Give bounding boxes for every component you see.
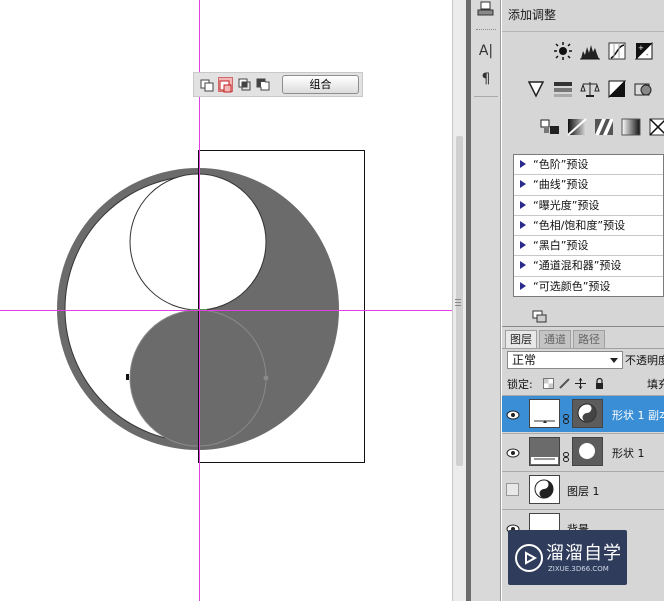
adjustments-title: 添加调整	[508, 8, 557, 22]
expand-triangle-icon	[520, 200, 526, 209]
expand-triangle-icon	[520, 241, 526, 250]
preset-channel-mixer[interactable]: “通道混和器”预设	[514, 256, 663, 277]
combine-button[interactable]: 组合	[282, 75, 359, 94]
curves-icon[interactable]	[606, 40, 628, 62]
black-white-icon[interactable]	[606, 78, 628, 100]
panel-drag-handle[interactable]	[476, 29, 496, 32]
opacity-label: 不透明度	[625, 354, 664, 367]
vector-mask-thumbnail	[572, 437, 603, 466]
toolstrip-separator	[474, 96, 498, 97]
adjustments-panel: 添加调整 + - “色阶”预设 “曲线”预设 “曝光度”预设 “色相/饱和度”预…	[502, 0, 664, 326]
svg-text:+: +	[638, 44, 644, 52]
intersect-shape-areas-icon[interactable]	[237, 77, 252, 92]
layer-thumbnail	[529, 437, 560, 466]
tab-channels[interactable]: 通道	[539, 330, 571, 348]
path-operations-toolbar: 组合	[193, 72, 363, 97]
gradient-map-icon[interactable]	[620, 116, 642, 138]
watermark-title: 溜溜自学	[546, 543, 622, 564]
channel-mixer-icon[interactable]	[539, 116, 561, 138]
posterize-icon[interactable]	[593, 116, 615, 138]
subtract-front-shape-icon[interactable]	[218, 77, 233, 93]
lock-all-icon[interactable]	[593, 377, 605, 390]
character-icon[interactable]: A|	[475, 40, 497, 62]
exposure-icon[interactable]: + -	[633, 40, 655, 62]
panel-resize-grip[interactable]	[455, 297, 461, 307]
chevron-down-icon	[610, 358, 618, 363]
lock-position-icon[interactable]	[574, 378, 586, 390]
lock-label: 锁定:	[507, 378, 533, 391]
eye-icon[interactable]	[506, 407, 520, 421]
brightness-contrast-icon[interactable]	[552, 40, 574, 62]
vibrance-icon[interactable]	[525, 78, 547, 100]
tab-layers[interactable]: 图层	[505, 330, 537, 348]
lock-image-pixels-icon[interactable]	[558, 378, 570, 390]
preset-levels[interactable]: “色阶”预设	[514, 155, 663, 176]
preset-curves[interactable]: “曲线”预设	[514, 175, 663, 196]
layer-name: 图层 1	[567, 485, 600, 498]
clip-to-layer-icon[interactable]	[532, 308, 547, 323]
preset-hue-saturation[interactable]: “色相/饱和度”预设	[514, 216, 663, 237]
anchor-point-left[interactable]	[126, 374, 129, 380]
expand-triangle-icon	[520, 220, 526, 229]
exclude-overlapping-shapes-icon[interactable]	[256, 77, 271, 92]
layers-panel-tabs: 图层 通道 路径	[502, 330, 664, 349]
layer-row-shape1-copy[interactable]: 形状 1 副本	[502, 395, 664, 432]
blend-mode-select[interactable]: 正常	[507, 351, 623, 369]
preset-selective-color[interactable]: “可选颜色”预设	[514, 277, 663, 297]
play-logo-icon	[515, 544, 543, 572]
visibility-toggle-off[interactable]	[506, 483, 519, 496]
preset-exposure[interactable]: “曝光度”预设	[514, 196, 663, 216]
stamp-icon[interactable]	[475, 0, 497, 22]
preset-black-white[interactable]: “黑白”预设	[514, 236, 663, 257]
adjustment-presets-list: “色阶”预设 “曲线”预设 “曝光度”预设 “色相/饱和度”预设 “黑白”预设 …	[513, 154, 664, 297]
selective-color-icon[interactable]	[647, 116, 664, 138]
layer-row-shape1[interactable]: 形状 1	[502, 433, 664, 470]
color-balance-icon[interactable]	[579, 78, 601, 100]
anchor-point-right[interactable]	[263, 375, 269, 381]
link-chain-icon	[563, 447, 569, 462]
expand-triangle-icon	[520, 180, 526, 189]
collapsed-panel-strip: A| ¶	[471, 0, 501, 601]
levels-icon[interactable]	[579, 40, 601, 62]
layer-row-layer1[interactable]: 图层 1	[502, 471, 664, 508]
paragraph-icon[interactable]: ¶	[475, 68, 497, 90]
expand-triangle-icon	[520, 281, 526, 290]
expand-triangle-icon	[520, 160, 526, 168]
watermark-subtitle: ZIXUE.3D66.COM	[548, 565, 609, 573]
lock-transparency-icon[interactable]	[542, 378, 554, 390]
photo-filter-icon[interactable]	[633, 78, 655, 100]
layer-thumbnail	[529, 399, 560, 428]
fill-label: 填充	[647, 378, 664, 391]
adjustments-separator	[502, 31, 664, 32]
invert-icon[interactable]	[566, 116, 588, 138]
layer-thumbnail	[529, 475, 560, 504]
watermark-badge: 溜溜自学 ZIXUE.3D66.COM	[508, 530, 627, 585]
vector-mask-thumbnail	[572, 399, 603, 428]
horizontal-guide-line[interactable]	[0, 310, 452, 311]
layer-name: 形状 1	[612, 447, 645, 460]
expand-triangle-icon	[520, 261, 526, 270]
combine-shapes-icon[interactable]	[200, 77, 215, 92]
layer-name: 形状 1 副本	[612, 409, 664, 422]
eye-icon[interactable]	[506, 445, 520, 459]
tab-paths[interactable]: 路径	[573, 330, 605, 348]
document-canvas[interactable]: 组合	[0, 0, 452, 601]
link-chain-icon	[563, 409, 569, 424]
hue-saturation-icon[interactable]	[552, 78, 574, 100]
